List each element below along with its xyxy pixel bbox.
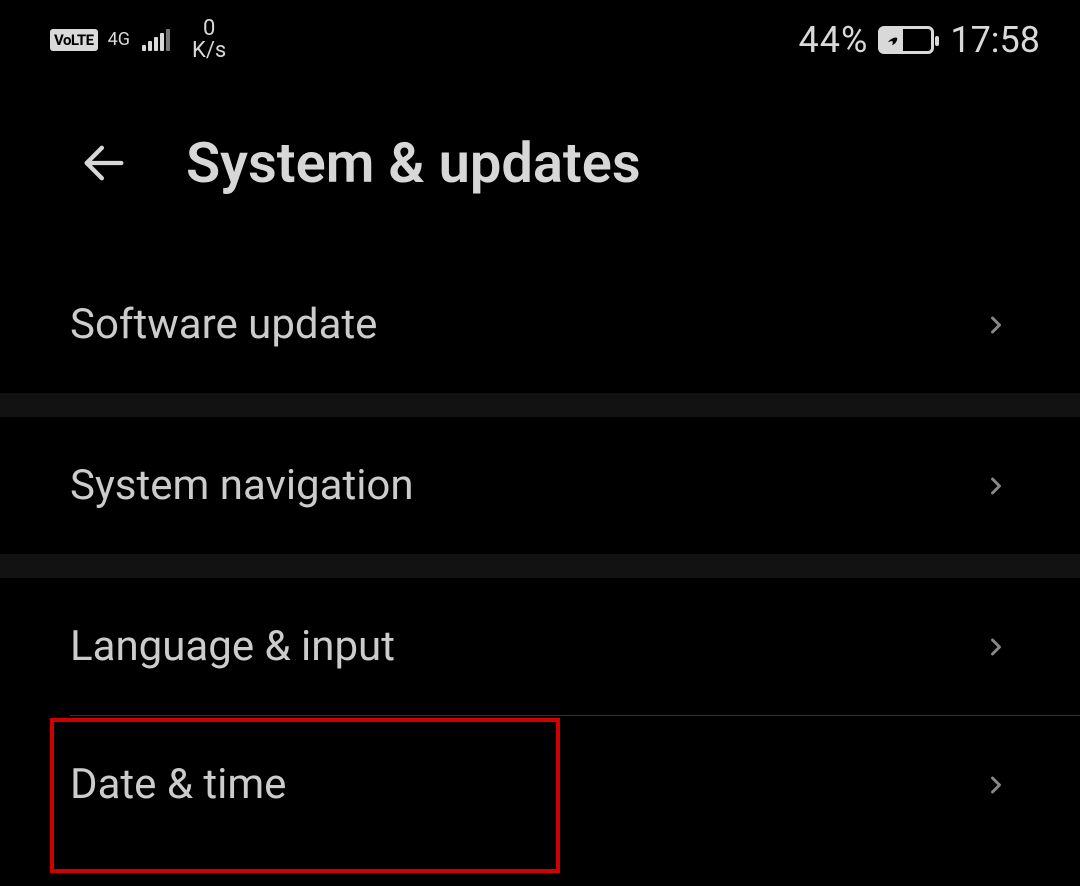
- group-divider: [0, 554, 1080, 578]
- setting-label: Date & time: [70, 760, 286, 809]
- setting-label: Software update: [70, 300, 377, 349]
- setting-label: System navigation: [70, 461, 414, 510]
- speed-unit: K/s: [192, 40, 226, 62]
- arrow-left-icon: [78, 137, 130, 189]
- battery-percent: 44%: [799, 19, 869, 61]
- page-title: System & updates: [186, 130, 641, 196]
- speed-value: 0: [203, 18, 215, 40]
- chevron-right-icon: [982, 771, 1010, 799]
- settings-list: Software update System navigation Langua…: [0, 256, 1080, 853]
- status-left: VoLTE 4G 0 K/s: [50, 18, 226, 62]
- battery-icon: [878, 26, 934, 54]
- page-header: System & updates: [0, 80, 1080, 256]
- chevron-right-icon: [982, 472, 1010, 500]
- status-bar: VoLTE 4G 0 K/s 44% 17:58: [0, 0, 1080, 80]
- clock-time: 17:58: [950, 19, 1040, 61]
- chevron-right-icon: [982, 311, 1010, 339]
- chevron-right-icon: [982, 633, 1010, 661]
- group-divider: [0, 393, 1080, 417]
- network-speed: 0 K/s: [192, 18, 226, 62]
- status-right: 44% 17:58: [799, 19, 1041, 61]
- setting-date-time[interactable]: Date & time: [0, 716, 1080, 853]
- network-type: 4G: [108, 31, 130, 49]
- setting-label: Language & input: [70, 622, 395, 671]
- network-label: 4G: [108, 31, 130, 49]
- setting-software-update[interactable]: Software update: [0, 256, 1080, 393]
- setting-system-navigation[interactable]: System navigation: [0, 417, 1080, 554]
- signal-icon: [142, 29, 170, 51]
- leaf-icon: [885, 33, 899, 47]
- setting-language-input[interactable]: Language & input: [0, 578, 1080, 715]
- volte-badge: VoLTE: [50, 29, 98, 51]
- back-button[interactable]: [78, 137, 130, 189]
